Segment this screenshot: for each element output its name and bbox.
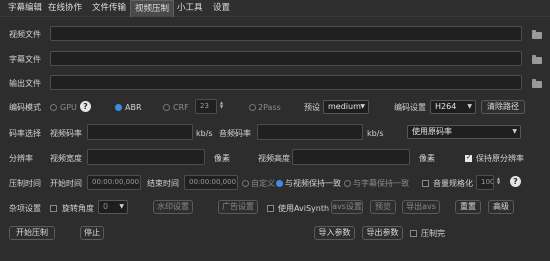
subtitle-file-input[interactable]: [50, 51, 522, 66]
video-height-input[interactable]: [292, 149, 410, 165]
after-encode-checkbox[interactable]: [410, 230, 417, 237]
subtitle-file-label: 字幕文件: [9, 55, 41, 64]
output-file-label: 输出文件: [9, 79, 41, 88]
chevron-down-icon: ▼: [360, 103, 365, 110]
menu-item-online-collab[interactable]: 在线协作: [44, 0, 86, 17]
video-bitrate-label: 视频码率: [50, 129, 82, 138]
rotate-label: 旋转角度: [62, 204, 94, 213]
watermark-settings-button[interactable]: 水印设置: [153, 200, 193, 214]
advanced-button[interactable]: 高级: [488, 200, 514, 214]
import-params-button[interactable]: 导入参数: [314, 226, 355, 240]
output-folder-icon[interactable]: [532, 79, 542, 88]
gpu-radio[interactable]: [50, 104, 57, 111]
chevron-down-icon: ▼: [467, 103, 472, 110]
abr-radio[interactable]: [115, 104, 122, 111]
encode-settings-label: 编码设置: [394, 103, 426, 112]
same-video-radio[interactable]: [276, 180, 283, 187]
menu-item-tools[interactable]: 小工具: [173, 0, 207, 17]
ad-settings-button[interactable]: 广告设置: [218, 200, 258, 214]
menu-bar: 字幕编辑 在线协作 文件传输 视频压制 小工具 设置: [0, 0, 550, 17]
custom-time-radio[interactable]: [242, 180, 249, 187]
same-video-label: 与视频保持一致: [285, 179, 341, 188]
video-height-label: 视频高度: [258, 154, 290, 163]
audio-bitrate-label: 音频码率: [219, 129, 251, 138]
end-time-input[interactable]: 00:00:00,000: [184, 175, 238, 190]
volume-normalize-checkbox[interactable]: [422, 180, 429, 187]
crf-spinner-icon[interactable]: ▲ ▼: [220, 101, 223, 109]
preset-value: medium: [328, 102, 361, 111]
video-file-input[interactable]: [50, 26, 522, 41]
start-encode-button[interactable]: 开始压制: [9, 226, 55, 240]
audio-bitrate-input[interactable]: [257, 124, 363, 140]
volume-help-icon[interactable]: ?: [510, 176, 521, 187]
twopass-radio[interactable]: [249, 104, 256, 111]
preset-select[interactable]: medium ▼: [323, 100, 369, 114]
keep-original-checkbox[interactable]: [465, 153, 472, 162]
video-width-unit: 像素: [214, 154, 230, 163]
same-subtitle-label: 与字幕保持一致: [353, 179, 409, 188]
end-time-label: 结束时间: [147, 179, 179, 188]
chevron-down-icon: ▼: [119, 203, 124, 210]
encode-time-label: 压制时间: [9, 179, 41, 188]
start-time-input[interactable]: 00:00:00,000: [87, 175, 141, 190]
menu-item-subtitle-edit[interactable]: 字幕编辑: [4, 0, 46, 17]
volume-spinner-icon[interactable]: ▲ ▼: [497, 177, 500, 185]
avisynth-checkbox[interactable]: [267, 205, 274, 212]
audio-bitrate-select[interactable]: 使用原码率 ▼: [407, 125, 521, 139]
reset-button[interactable]: 重置: [455, 200, 481, 214]
codec-select[interactable]: H264 ▼: [430, 100, 476, 114]
menu-item-settings[interactable]: 设置: [209, 0, 234, 17]
twopass-label: 2Pass: [258, 103, 281, 112]
keep-original-label: 保持原分辨率: [476, 154, 524, 163]
subtitle-folder-icon[interactable]: [532, 55, 542, 64]
avisynth-label: 使用AviSynth: [278, 204, 330, 213]
video-folder-icon[interactable]: [532, 30, 542, 39]
export-params-button[interactable]: 导出参数: [362, 226, 403, 240]
after-encode-label: 压制完: [421, 229, 445, 238]
audio-bitrate-unit: kb/s: [367, 129, 384, 138]
custom-time-label: 自定义: [251, 179, 275, 188]
video-height-unit: 像素: [419, 154, 435, 163]
avs-settings-button[interactable]: avs设置: [331, 200, 363, 214]
resolution-label: 分辨率: [9, 154, 33, 163]
help-icon[interactable]: ?: [80, 101, 91, 112]
preview-button[interactable]: 预览: [370, 200, 396, 214]
stop-button[interactable]: 停止: [80, 226, 104, 240]
rotate-select[interactable]: 0 ▼: [98, 200, 128, 214]
bitrate-select-label: 码率选择: [9, 129, 41, 138]
video-bitrate-input[interactable]: [87, 124, 193, 140]
audio-bitrate-option: 使用原码率: [412, 127, 452, 136]
same-subtitle-radio[interactable]: [344, 180, 351, 187]
volume-normalize-label: 音量规格化: [433, 179, 473, 188]
video-width-label: 视频宽度: [50, 154, 82, 163]
abr-label: ABR: [125, 103, 142, 112]
encode-mode-label: 编码模式: [9, 103, 41, 112]
misc-settings-label: 杂项设置: [9, 204, 41, 213]
codec-value: H264: [435, 102, 457, 111]
crf-label: CRF: [173, 103, 189, 112]
rotate-checkbox[interactable]: [50, 205, 57, 212]
output-file-input[interactable]: [50, 75, 522, 90]
menu-item-video-encode[interactable]: 视频压制: [130, 0, 175, 17]
clear-path-button[interactable]: 清除路径: [481, 100, 525, 114]
crf-value-input[interactable]: 23: [195, 99, 217, 114]
menu-item-file-transfer[interactable]: 文件传输: [88, 0, 130, 17]
chevron-down-icon: ▼: [512, 128, 517, 135]
crf-radio[interactable]: [163, 104, 170, 111]
video-file-label: 视频文件: [9, 30, 41, 39]
volume-value-input[interactable]: 100: [476, 175, 494, 190]
start-time-label: 开始时间: [50, 179, 82, 188]
preset-label: 预设: [304, 103, 320, 112]
export-avs-button[interactable]: 导出avs: [402, 200, 440, 214]
gpu-label: GPU: [60, 103, 77, 112]
rotate-value: 0: [103, 202, 109, 211]
video-width-input[interactable]: [87, 149, 205, 165]
video-bitrate-unit: kb/s: [196, 129, 213, 138]
